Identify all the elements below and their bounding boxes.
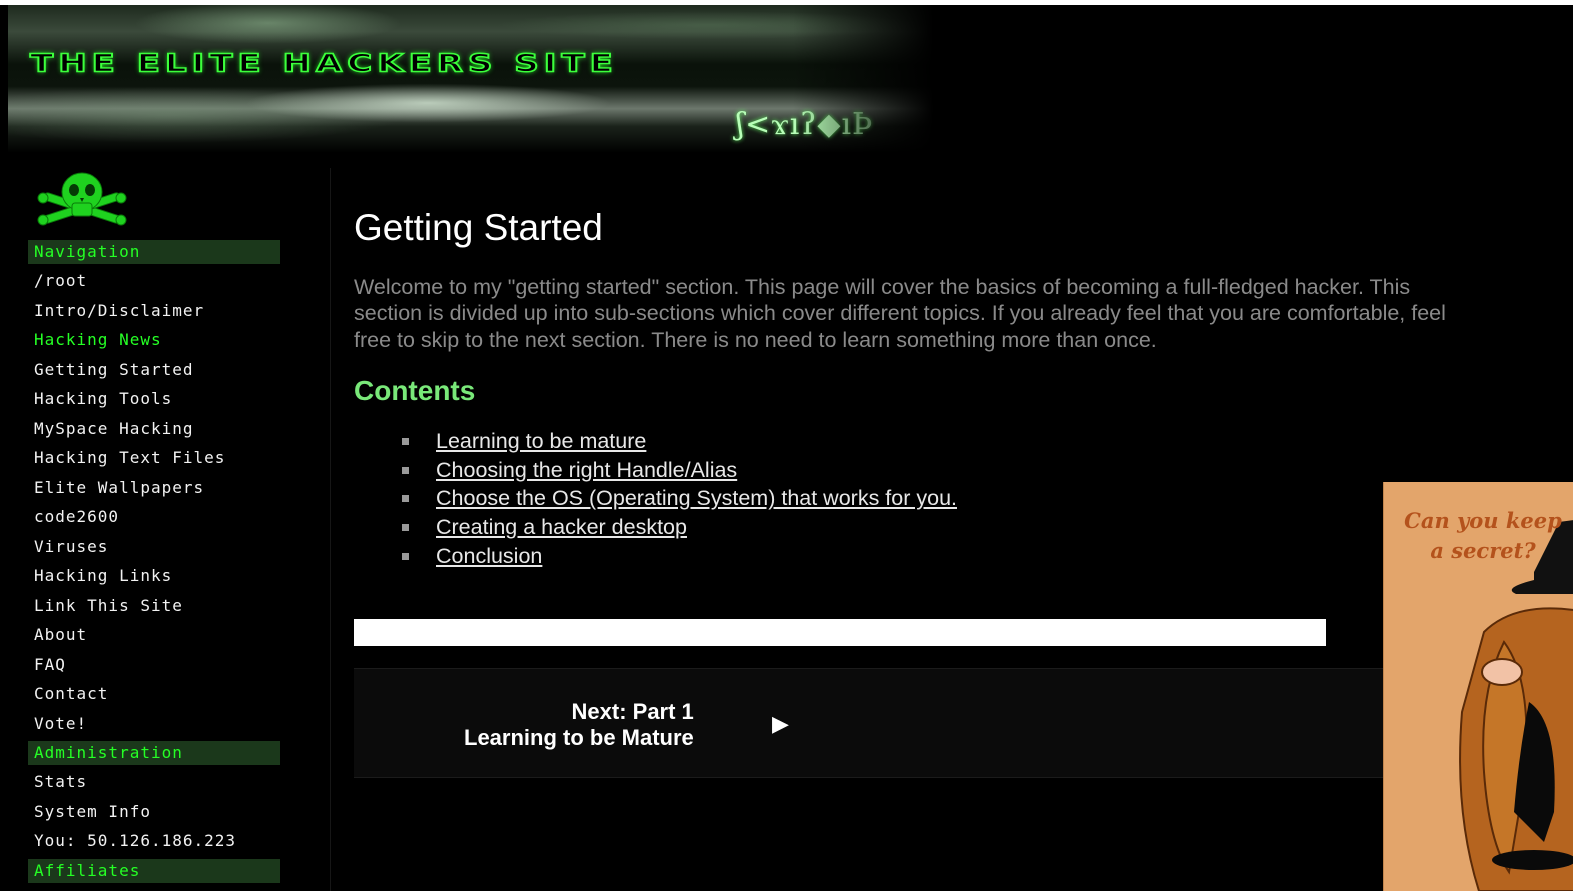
nav-item-code2600[interactable]: code2600 [28,505,280,529]
list-item: Choosing the right Handle/Alias [402,456,1469,485]
ad-slogan: Can you keep a secret? [1404,508,1562,563]
skull-crossbones-icon [37,172,127,226]
nav-item-stats[interactable]: Stats [28,770,280,794]
nav-item-elite-wallpapers[interactable]: Elite Wallpapers [28,476,280,500]
nav-header-administration: Administration [28,741,280,765]
site-banner: THE ELITE HACKERS SITE ʃ<ϫıʔ◆ıϷ [8,5,933,153]
contents-link-conclusion[interactable]: Conclusion [436,544,542,568]
nav-item-hacking-text-files[interactable]: Hacking Text Files [28,446,280,470]
main-content: Getting Started Welcome to my "getting s… [354,170,1469,570]
ad-banner-blank [354,619,1326,646]
site-signature: ʃ<ϫıʔ◆ıϷ [736,107,874,142]
contents-link-choose-os[interactable]: Choose the OS (Operating System) that wo… [436,486,957,510]
contents-link-handle-alias[interactable]: Choosing the right Handle/Alias [436,458,737,482]
nav-item-root[interactable]: /root [28,269,280,293]
next-section-link[interactable]: Next: Part 1 Learning to be Mature [464,699,694,751]
site-title: THE ELITE HACKERS SITE [29,48,618,78]
nav-item-myspace-hacking[interactable]: MySpace Hacking [28,417,280,441]
nav-item-vote[interactable]: Vote! [28,712,280,736]
bullet-icon [402,466,409,474]
page-title: Getting Started [354,207,603,248]
list-item: Conclusion [402,542,1469,571]
play-arrow-icon[interactable]: ▶ [772,711,789,737]
side-advertisement[interactable]: Can you keep a secret? [1383,482,1573,891]
next-line-2: Learning to be Mature [464,725,694,750]
visitor-ip: You: 50.126.186.223 [34,831,237,850]
nav-item-about[interactable]: About [28,623,280,647]
nav-item-intro-disclaimer[interactable]: Intro/Disclaimer [28,299,280,323]
nav-header-affiliates: Affiliates [28,858,280,883]
contents-link-learning-mature[interactable]: Learning to be mature [436,429,646,453]
nav-item-system-info[interactable]: System Info [28,800,280,824]
nav-item-contact[interactable]: Contact [28,682,280,706]
nav-header-navigation: Navigation [28,240,280,264]
nav-item-hacking-tools[interactable]: Hacking Tools [28,387,280,411]
contents-link-hacker-desktop[interactable]: Creating a hacker desktop [436,515,687,539]
nav-item-hacking-links[interactable]: Hacking Links [28,564,280,588]
nav-item-link-this-site[interactable]: Link This Site [28,594,280,618]
nav-item-viruses[interactable]: Viruses [28,535,280,559]
bullet-icon [402,552,409,560]
list-item: Learning to be mature [402,427,1469,456]
intro-paragraph: Welcome to my "getting started" section.… [354,275,1446,352]
next-line-1: Next: Part 1 [571,699,694,724]
list-item: Choose the OS (Operating System) that wo… [402,484,1469,513]
nav-item-getting-started[interactable]: Getting Started [28,358,280,382]
contents-heading: Contents [354,374,476,406]
list-item: Creating a hacker desktop [402,513,1469,542]
bullet-icon [402,523,409,531]
bullet-icon [402,495,409,503]
nav-item-faq[interactable]: FAQ [28,653,280,677]
nav-menu: Navigation /root Intro/Disclaimer Hackin… [28,240,280,888]
nav-item-hacking-news[interactable]: Hacking News [28,328,280,352]
contents-list: Learning to be mature Choosing the right… [402,427,1469,570]
sidebar-divider [330,168,331,891]
next-section-panel: Next: Part 1 Learning to be Mature ▶ [354,668,1384,778]
bullet-icon [402,437,409,445]
